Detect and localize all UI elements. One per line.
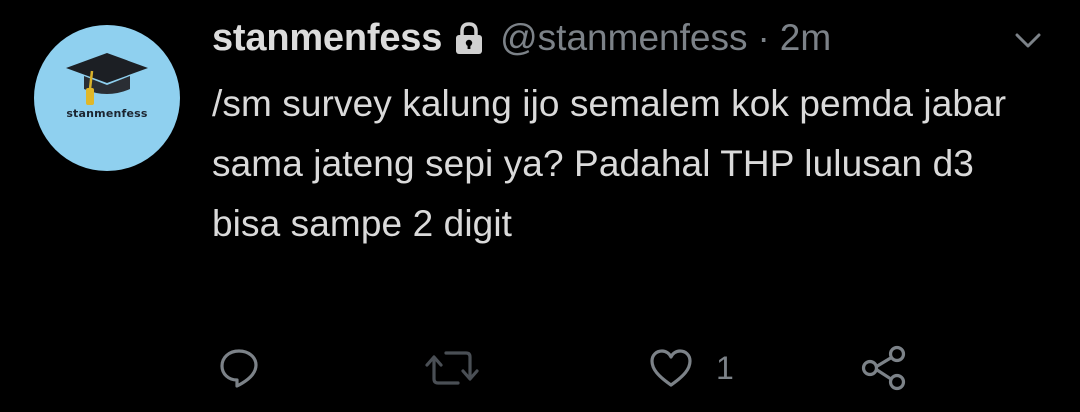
- tweet-text: /sm survey kalung ijo semalem kok pemda …: [212, 83, 1007, 244]
- reply-button[interactable]: [216, 344, 262, 392]
- retweet-icon: [425, 351, 479, 385]
- tweet-actions: 1: [0, 340, 1080, 396]
- avatar[interactable]: stanmenfess: [34, 25, 180, 171]
- lock-icon: [456, 22, 483, 54]
- share-icon: [861, 345, 906, 391]
- separator-dot: ·: [757, 17, 770, 58]
- reply-icon: [220, 349, 258, 388]
- graduation-cap-icon: [66, 53, 148, 105]
- display-name[interactable]: stanmenfess: [212, 17, 442, 60]
- timestamp[interactable]: 2m: [780, 17, 831, 59]
- retweet-button[interactable]: [424, 344, 480, 392]
- share-button[interactable]: [860, 344, 908, 392]
- chevron-down-icon[interactable]: [1010, 22, 1046, 58]
- heart-icon: [650, 349, 692, 387]
- like-button[interactable]: 1: [648, 344, 734, 392]
- tweet-header: stanmenfess @stanmenfess · 2m: [212, 14, 831, 62]
- like-count: 1: [716, 349, 734, 386]
- user-handle[interactable]: @stanmenfess: [500, 17, 747, 59]
- avatar-label: stanmenfess: [66, 107, 148, 120]
